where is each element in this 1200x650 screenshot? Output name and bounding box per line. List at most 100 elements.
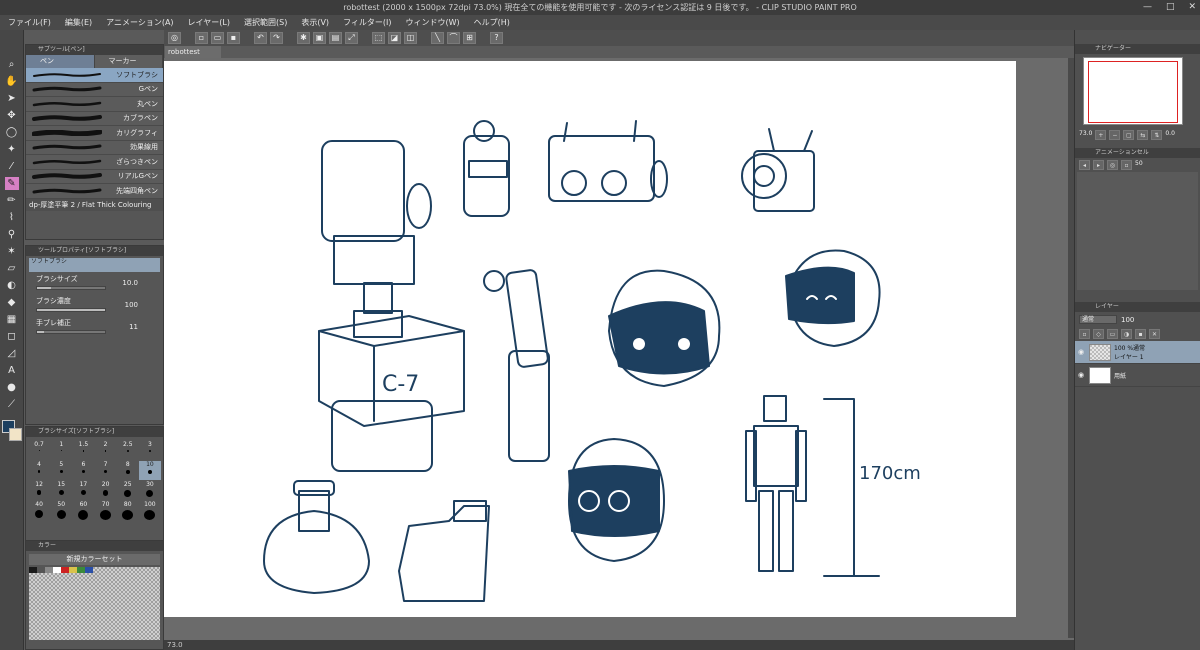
clear-icon[interactable]: ✱ (297, 32, 310, 44)
brush-item[interactable]: Gペン (26, 82, 163, 97)
redo-icon[interactable]: ↷ (270, 32, 283, 44)
eyedropper-icon[interactable]: ⁄ (5, 160, 19, 173)
brush-size-option[interactable]: 20 (94, 481, 116, 500)
new-cel-icon[interactable]: ▫ (1121, 160, 1132, 170)
save-icon[interactable]: ▪ (227, 32, 240, 44)
brush-size-option[interactable]: 6 (72, 461, 94, 480)
blend-tool-icon[interactable]: ◐ (5, 279, 19, 292)
pen-tool-icon[interactable]: ✎ (4, 177, 19, 190)
invert-selection-icon[interactable]: ◪ (388, 32, 401, 44)
menu-edit[interactable]: 編集(E) (65, 15, 92, 30)
brush-size-option[interactable]: 70 (94, 501, 116, 520)
property-slider[interactable] (36, 308, 106, 312)
brush-size-option[interactable]: 40 (28, 501, 50, 520)
decoration-icon[interactable]: ✶ (5, 245, 19, 258)
brush-size-option[interactable]: 2 (94, 441, 116, 460)
clear-outside-icon[interactable]: ▣ (313, 32, 326, 44)
brush-size-option[interactable]: 8 (117, 461, 139, 480)
hand-tool-icon[interactable]: ✋ (5, 75, 19, 88)
sub-color-swatch[interactable] (9, 428, 22, 441)
navigator-zoom[interactable]: 73.0 (1079, 130, 1092, 140)
correct-line-icon[interactable]: ⟋ (5, 398, 19, 411)
brush-size-option[interactable]: 100 (139, 501, 161, 520)
navigator-view-frame[interactable] (1088, 61, 1178, 123)
brush-size-option[interactable]: 7 (94, 461, 116, 480)
layer-item[interactable]: ◉ 用紙 (1075, 364, 1200, 387)
fit-icon[interactable]: ▢ (1123, 130, 1135, 140)
new-raster-layer-icon[interactable]: ▫ (1079, 329, 1090, 339)
balloon-tool-icon[interactable]: ● (5, 381, 19, 394)
delete-layer-icon[interactable]: ✕ (1149, 329, 1160, 339)
snap-special-ruler-icon[interactable]: ⌒ (447, 32, 460, 44)
zoom-in-icon[interactable]: + (1095, 130, 1107, 140)
zoom-out-icon[interactable]: − (1109, 130, 1121, 140)
animation-cel-list[interactable] (1077, 172, 1198, 290)
snap-grid-icon[interactable]: ⊞ (463, 32, 476, 44)
brush-item[interactable]: カブラペン (26, 111, 163, 126)
menu-window[interactable]: ウィンドウ(W) (406, 15, 460, 30)
move-layer-icon[interactable]: ✥ (5, 109, 19, 122)
mask-icon[interactable]: ◑ (1121, 329, 1132, 339)
layer-opacity[interactable]: 100 (1121, 316, 1134, 324)
eye-icon[interactable]: ◉ (1078, 371, 1086, 379)
close-button[interactable]: ✕ (1188, 0, 1196, 15)
color-swatch[interactable] (2, 420, 22, 442)
color-set-title[interactable]: 新規カラーセット (29, 554, 160, 565)
color-set-grid[interactable] (29, 567, 160, 640)
drawing-paper[interactable]: C-7 170cm (164, 61, 1016, 617)
flip-h-icon[interactable]: ⇆ (1137, 130, 1149, 140)
brush-size-option[interactable]: 30 (139, 481, 161, 500)
help-icon[interactable]: ? (490, 32, 503, 44)
brush-size-option[interactable]: 60 (72, 501, 94, 520)
brush-size-option[interactable]: 17 (72, 481, 94, 500)
selection-layer-icon[interactable]: ◫ (404, 32, 417, 44)
brush-size-option[interactable]: 15 (50, 481, 72, 500)
airbrush-icon[interactable]: ⚲ (5, 228, 19, 241)
text-tool-icon[interactable]: A (5, 364, 19, 377)
brush-size-option[interactable]: 5 (50, 461, 72, 480)
menu-filter[interactable]: フィルター(I) (343, 15, 391, 30)
fill-icon[interactable]: ▤ (329, 32, 342, 44)
flip-v-icon[interactable]: ⇅ (1151, 130, 1163, 140)
zoom-tool-icon[interactable]: ⌕ (5, 58, 19, 71)
brush-item[interactable]: 先端四角ペン (26, 184, 163, 199)
eraser-icon[interactable]: ▱ (5, 262, 19, 275)
brush-size-option[interactable]: 2.5 (117, 441, 139, 460)
gradient-tool-icon[interactable]: ▦ (5, 313, 19, 326)
operation-tool-icon[interactable]: ➤ (5, 92, 19, 105)
tab-pen[interactable]: ペン (26, 55, 95, 68)
brush-size-option[interactable]: 4 (28, 461, 50, 480)
layer-item[interactable]: ◉ 100 %通常 レイヤー 1 (1075, 341, 1200, 364)
menu-help[interactable]: ヘルプ(H) (474, 15, 510, 30)
menu-layer[interactable]: レイヤー(L) (188, 15, 230, 30)
zoom-readout[interactable]: 73.0 (167, 641, 183, 649)
menu-selection[interactable]: 選択範囲(S) (244, 15, 287, 30)
brush-size-option[interactable]: 80 (117, 501, 139, 520)
brush-item[interactable]: 効果線用 (26, 140, 163, 155)
brush-size-option[interactable]: 0.7 (28, 441, 50, 460)
brush-item[interactable]: 丸ペン (26, 97, 163, 112)
menu-animation[interactable]: アニメーション(A) (106, 15, 173, 30)
brush-size-option[interactable]: 3 (139, 441, 161, 460)
maximize-button[interactable]: □ (1166, 0, 1175, 15)
brush-size-option[interactable]: 1 (50, 441, 72, 460)
ruler-tool-icon[interactable]: ◿ (5, 347, 19, 360)
navigator-rotation[interactable]: 0.0 (1165, 130, 1175, 140)
tab-marker[interactable]: マーカー (94, 55, 163, 68)
next-frame-icon[interactable]: ▸ (1093, 160, 1104, 170)
brush-item[interactable]: ソフトブラシ (26, 68, 163, 83)
property-slider[interactable] (36, 330, 106, 334)
document-tab[interactable]: robottest (165, 46, 221, 58)
fill-tool-icon[interactable]: ◆ (5, 296, 19, 309)
brush-size-option[interactable]: 50 (50, 501, 72, 520)
brush-tool-icon[interactable]: ⌇ (5, 211, 19, 224)
new-vector-layer-icon[interactable]: ◇ (1093, 329, 1104, 339)
deselect-icon[interactable]: ⬚ (372, 32, 385, 44)
snap-ruler-icon[interactable]: ╲ (431, 32, 444, 44)
brush-item[interactable]: リアルGペン (26, 169, 163, 184)
selection-tool-icon[interactable]: ◯ (5, 126, 19, 139)
open-file-icon[interactable]: ▭ (211, 32, 224, 44)
brush-item[interactable]: ざらつきペン (26, 155, 163, 170)
clip-studio-icon[interactable]: ◎ (168, 32, 181, 44)
new-folder-icon[interactable]: ▭ (1107, 329, 1118, 339)
